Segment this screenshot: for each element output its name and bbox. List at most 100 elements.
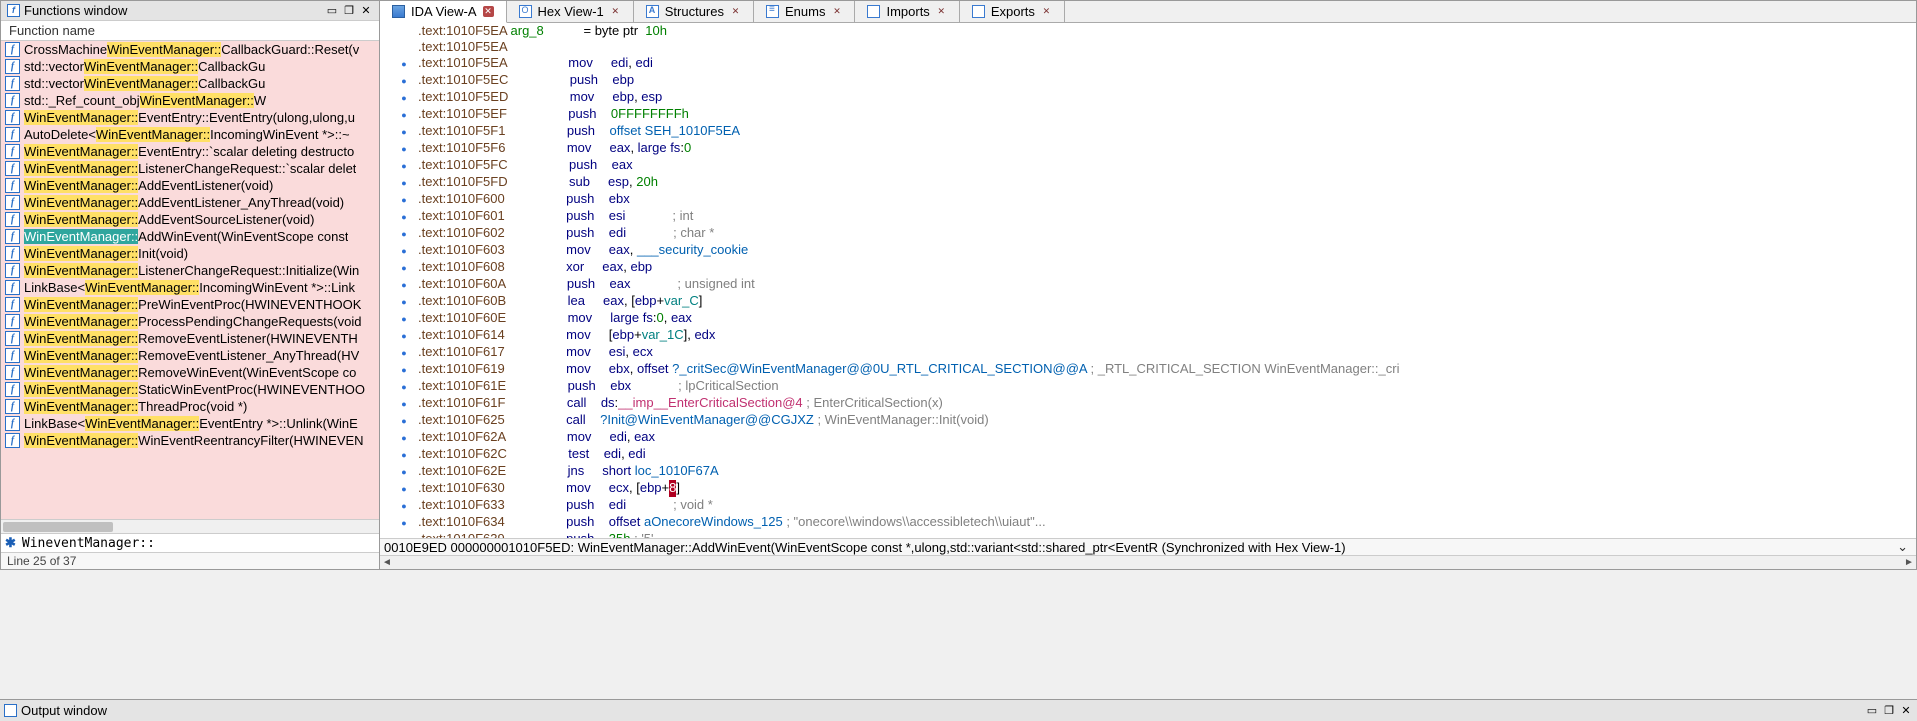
disasm-line[interactable]: ●.text:1010F633 push edi ; void *	[390, 497, 1916, 514]
function-row[interactable]: fLinkBase<WinEventManager::EventEntry *>…	[1, 415, 379, 432]
disasm-line[interactable]: ●.text:1010F5EC push ebp	[390, 72, 1916, 89]
disasm-line[interactable]: ●.text:1010F60E mov large fs:0, eax	[390, 310, 1916, 327]
function-row[interactable]: fWinEventManager::ListenerChangeRequest:…	[1, 160, 379, 177]
main-area: IDA View-A✕Hex View-1✕Structures✕Enums✕I…	[380, 0, 1917, 570]
panel-restore-icon[interactable]: ❐	[342, 4, 356, 17]
function-row[interactable]: fLinkBase<WinEventManager::IncomingWinEv…	[1, 279, 379, 296]
function-row[interactable]: fWinEventManager::EventEntry::EventEntry…	[1, 109, 379, 126]
output-title: Output window	[21, 703, 107, 718]
disasm-line[interactable]: ●.text:1010F617 mov esi, ecx	[390, 344, 1916, 361]
functions-column-header[interactable]: Function name	[1, 21, 379, 41]
disasm-line[interactable]: ●.text:1010F5F1 push offset SEH_1010F5EA	[390, 123, 1916, 140]
gutter: ●	[390, 514, 418, 531]
disasm-line[interactable]: ●.text:1010F630 mov ecx, [ebp+8]	[390, 480, 1916, 497]
disasm-line[interactable]: ●.text:1010F625 call ?Init@WinEventManag…	[390, 412, 1916, 429]
disasm-line[interactable]: ●.text:1010F600 push ebx	[390, 191, 1916, 208]
gutter: ●	[390, 140, 418, 157]
gutter: ●	[390, 157, 418, 174]
disasm-line[interactable]: ●.text:1010F5EA mov edi, edi	[390, 55, 1916, 72]
disasm-line[interactable]: ●.text:1010F634 push offset aOnecoreWind…	[390, 514, 1916, 531]
panel-menu-icon[interactable]: ▭	[325, 4, 339, 17]
disasm-line[interactable]: ●.text:1010F5FC push eax	[390, 157, 1916, 174]
disasm-line[interactable]: ●.text:1010F62A mov edi, eax	[390, 429, 1916, 446]
tab-bar: IDA View-A✕Hex View-1✕Structures✕Enums✕I…	[380, 1, 1916, 23]
function-name: WinEventManager::ProcessPendingChangeReq…	[24, 314, 361, 329]
scroll-right-icon[interactable]: ►	[1902, 556, 1916, 569]
disasm-line[interactable]: .text:1010F5EA	[390, 39, 1916, 55]
disassembly-view[interactable]: .text:1010F5EA arg_8 = byte ptr 10h.text…	[380, 23, 1916, 538]
output-restore-icon[interactable]: ❐	[1882, 704, 1896, 717]
tab-close-icon[interactable]: ✕	[730, 6, 741, 17]
disasm-line[interactable]: ●.text:1010F603 mov eax, ___security_coo…	[390, 242, 1916, 259]
function-name: WinEventManager::AddEventListener_AnyThr…	[24, 195, 344, 210]
tab-close-icon[interactable]: ✕	[610, 6, 621, 17]
disasm-line[interactable]: ●.text:1010F61F call ds:__imp__EnterCrit…	[390, 395, 1916, 412]
function-row[interactable]: fWinEventManager::AddEventListener_AnyTh…	[1, 194, 379, 211]
sync-dropdown-icon[interactable]: ⌄	[1893, 539, 1912, 555]
function-name: WinEventManager::AddWinEvent(WinEventSco…	[24, 229, 348, 244]
function-name: WinEventManager::EventEntry::`scalar del…	[24, 144, 354, 159]
function-row[interactable]: fWinEventManager::AddWinEvent(WinEventSc…	[1, 228, 379, 245]
function-row[interactable]: fWinEventManager::WinEventReentrancyFilt…	[1, 432, 379, 449]
function-row[interactable]: fWinEventManager::EventEntry::`scalar de…	[1, 143, 379, 160]
function-row[interactable]: fstd::_Ref_count_objWinEventManager::W	[1, 92, 379, 109]
functions-filter-input[interactable]	[22, 536, 375, 551]
disasm-line[interactable]: ●.text:1010F614 mov [ebp+var_1C], edx	[390, 327, 1916, 344]
disasm-line[interactable]: ●.text:1010F62C test edi, edi	[390, 446, 1916, 463]
tab-close-icon[interactable]: ✕	[1041, 6, 1052, 17]
function-row[interactable]: fWinEventManager::PreWinEventProc(HWINEV…	[1, 296, 379, 313]
function-row[interactable]: fAutoDelete<WinEventManager::IncomingWin…	[1, 126, 379, 143]
function-row[interactable]: fstd::vectorWinEventManager::CallbackGu	[1, 58, 379, 75]
function-row[interactable]: fWinEventManager::RemoveWinEvent(WinEven…	[1, 364, 379, 381]
functions-list[interactable]: fCrossMachineWinEventManager::CallbackGu…	[1, 41, 379, 519]
function-row[interactable]: fWinEventManager::RemoveEventListener_An…	[1, 347, 379, 364]
scroll-left-icon[interactable]: ◄	[380, 556, 394, 569]
disasm-line[interactable]: ●.text:1010F5EF push 0FFFFFFFFh	[390, 106, 1916, 123]
tab-imports[interactable]: Imports✕	[855, 1, 959, 22]
disasm-line[interactable]: ●.text:1010F5ED mov ebp, esp	[390, 89, 1916, 106]
gutter: ●	[390, 310, 418, 327]
function-row[interactable]: fWinEventManager::ProcessPendingChangeRe…	[1, 313, 379, 330]
disasm-line[interactable]: ●.text:1010F60B lea eax, [ebp+var_C]	[390, 293, 1916, 310]
filter-clear-icon[interactable]: ✱	[5, 535, 16, 551]
function-row[interactable]: fWinEventManager::StaticWinEventProc(HWI…	[1, 381, 379, 398]
function-row[interactable]: fWinEventManager::Init(void)	[1, 245, 379, 262]
functions-hscrollbar[interactable]	[1, 519, 379, 533]
output-close-icon[interactable]: ✕	[1899, 704, 1913, 717]
gutter: ●	[390, 123, 418, 140]
function-name: WinEventManager::PreWinEventProc(HWINEVE…	[24, 297, 361, 312]
tab-ida-view-a[interactable]: IDA View-A✕	[380, 1, 507, 23]
disasm-line[interactable]: ●.text:1010F619 mov ebx, offset ?_critSe…	[390, 361, 1916, 378]
disasm-line[interactable]: ●.text:1010F602 push edi ; char *	[390, 225, 1916, 242]
disasm-line[interactable]: ●.text:1010F60A push eax ; unsigned int	[390, 276, 1916, 293]
tab-close-icon[interactable]: ✕	[483, 6, 494, 17]
tab-hex-view-1[interactable]: Hex View-1✕	[507, 1, 634, 22]
function-row[interactable]: fWinEventManager::RemoveEventListener(HW…	[1, 330, 379, 347]
disasm-line[interactable]: ●.text:1010F5FD sub esp, 20h	[390, 174, 1916, 191]
disasm-line[interactable]: ●.text:1010F61E push ebx ; lpCriticalSec…	[390, 378, 1916, 395]
disassembly-hscrollbar[interactable]: ◄ ►	[380, 555, 1916, 569]
function-row[interactable]: fWinEventManager::AddEventSourceListener…	[1, 211, 379, 228]
output-icon	[4, 704, 17, 717]
function-row[interactable]: fCrossMachineWinEventManager::CallbackGu…	[1, 41, 379, 58]
output-menu-icon[interactable]: ▭	[1865, 704, 1879, 717]
disasm-line[interactable]: .text:1010F5EA arg_8 = byte ptr 10h	[390, 23, 1916, 39]
function-row[interactable]: fWinEventManager::ThreadProc(void *)	[1, 398, 379, 415]
disasm-line[interactable]: ●.text:1010F601 push esi ; int	[390, 208, 1916, 225]
disasm-line[interactable]: ●.text:1010F639 push 35h ; '5'	[390, 531, 1916, 538]
panel-close-icon[interactable]: ✕	[359, 4, 373, 17]
function-row[interactable]: fWinEventManager::AddEventListener(void)	[1, 177, 379, 194]
disasm-line[interactable]: ●.text:1010F608 xor eax, ebp	[390, 259, 1916, 276]
tab-enums[interactable]: Enums✕	[754, 1, 855, 22]
disasm-line[interactable]: ●.text:1010F62E jns short loc_1010F67A	[390, 463, 1916, 480]
tab-close-icon[interactable]: ✕	[936, 6, 947, 17]
function-icon: f	[5, 212, 20, 227]
function-row[interactable]: fstd::vectorWinEventManager::CallbackGu	[1, 75, 379, 92]
gutter: ●	[390, 344, 418, 361]
function-icon: f	[5, 280, 20, 295]
disasm-line[interactable]: ●.text:1010F5F6 mov eax, large fs:0	[390, 140, 1916, 157]
tab-close-icon[interactable]: ✕	[831, 6, 842, 17]
tab-structures[interactable]: Structures✕	[634, 1, 754, 22]
tab-exports[interactable]: Exports✕	[960, 1, 1065, 22]
function-row[interactable]: fWinEventManager::ListenerChangeRequest:…	[1, 262, 379, 279]
